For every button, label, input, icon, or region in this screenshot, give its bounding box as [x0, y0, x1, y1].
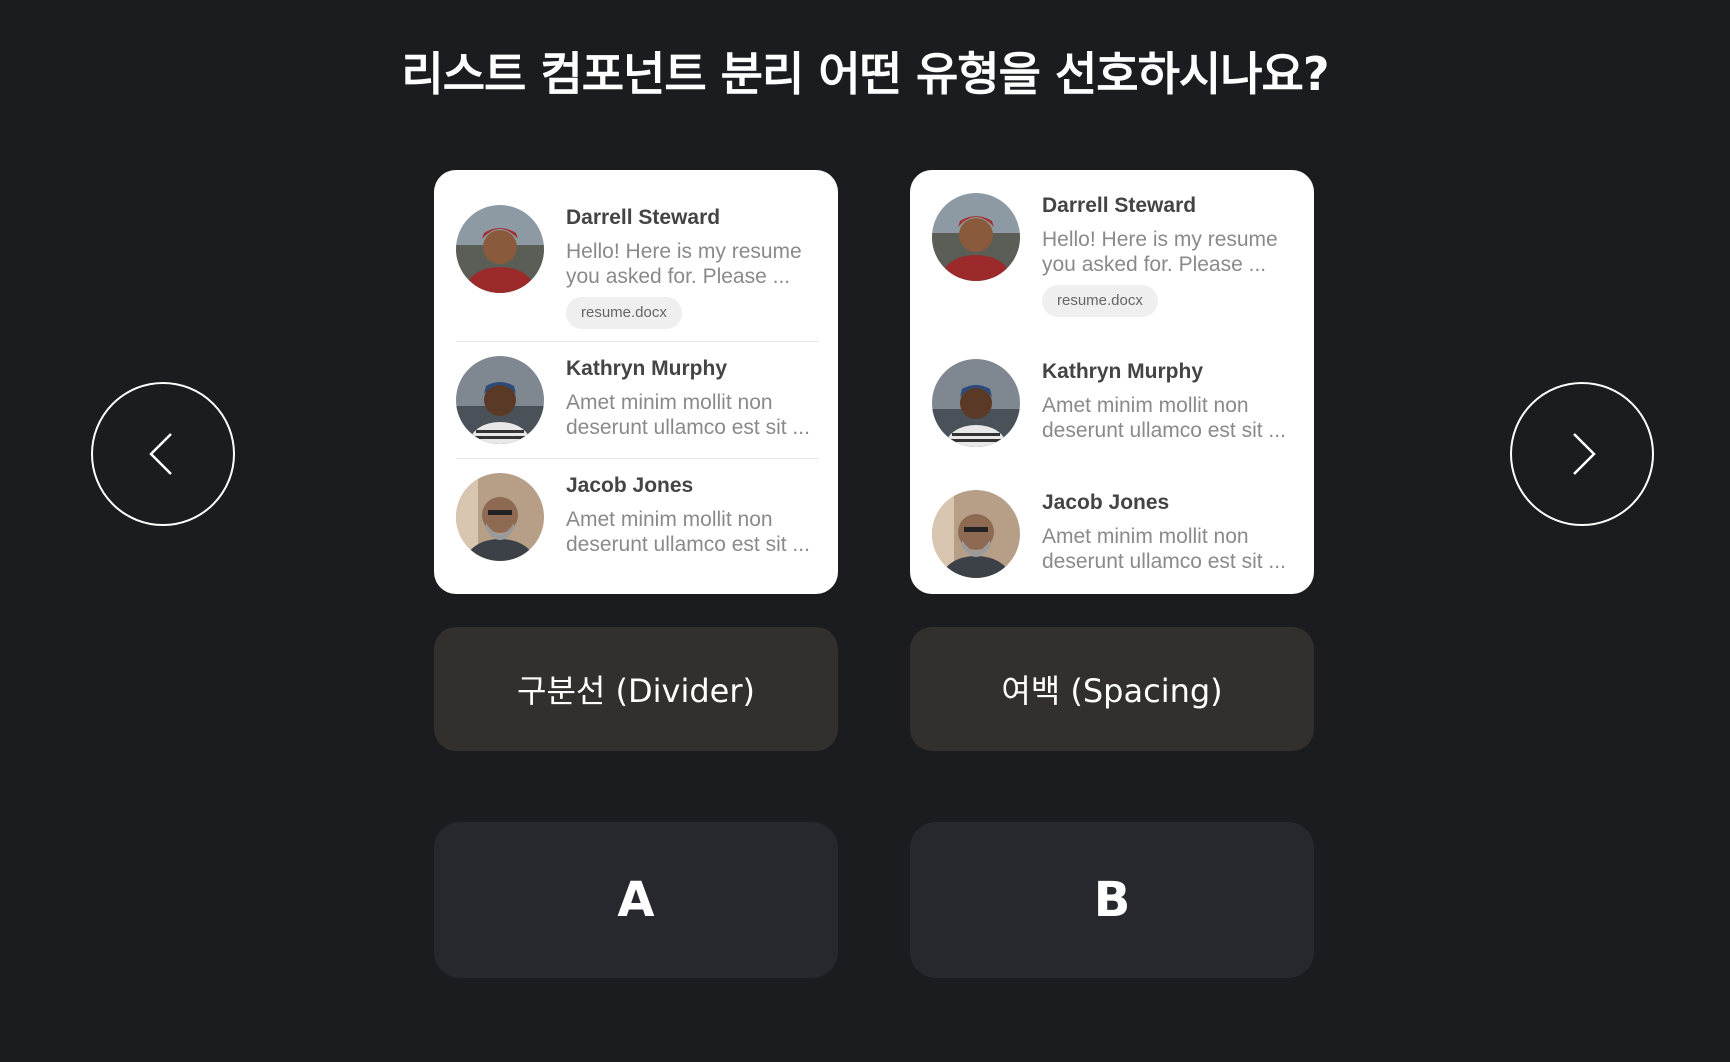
message-preview: you asked for. Please ...: [566, 265, 791, 288]
list-item: Kathryn Murphy Amet minim mollit non dese…: [456, 356, 818, 448]
list-preview-spacing: Darrell Steward Hello! Here is my resume…: [910, 170, 1314, 594]
option-label-spacing: 여백 (Spacing): [910, 627, 1314, 751]
list-item: Jacob Jones Amet minim mollit non deserun…: [932, 490, 1294, 582]
message-preview: deserunt ullamco est sit ...: [1042, 419, 1286, 442]
divider: [456, 458, 818, 459]
contact-name: Jacob Jones: [1042, 491, 1170, 514]
attachment-chip[interactable]: resume.docx: [566, 297, 682, 329]
contact-name: Kathryn Murphy: [566, 357, 728, 380]
vote-b-button[interactable]: B: [910, 822, 1314, 978]
contact-name: Kathryn Murphy: [1042, 360, 1204, 383]
attachment-chip[interactable]: resume.docx: [1042, 285, 1158, 317]
contact-name: Darrell Steward: [1042, 194, 1197, 217]
previous-button[interactable]: [91, 382, 235, 526]
avatar: [456, 356, 544, 444]
message-preview: Amet minim mollit non: [1042, 394, 1249, 417]
vote-a-button[interactable]: A: [434, 822, 838, 978]
message-preview: Amet minim mollit non: [566, 391, 773, 414]
chevron-left-icon: [149, 433, 172, 475]
message-preview: Hello! Here is my resume: [566, 240, 802, 263]
next-button[interactable]: [1510, 382, 1654, 526]
avatar: [456, 205, 544, 293]
list-item: Darrell Steward Hello! Here is my resume…: [456, 205, 818, 329]
list-preview-divider: Darrell Steward Hello! Here is my resume…: [434, 170, 838, 594]
message-preview: Amet minim mollit non: [1042, 525, 1249, 548]
avatar: [932, 490, 1020, 578]
message-preview: Hello! Here is my resume: [1042, 228, 1278, 251]
message-preview: Amet minim mollit non: [566, 508, 773, 531]
divider: [456, 341, 818, 342]
list-item: Kathryn Murphy Amet minim mollit non dese…: [932, 359, 1294, 451]
avatar: [932, 193, 1020, 281]
message-preview: deserunt ullamco est sit ...: [1042, 550, 1286, 573]
page-title: 리스트 컴포넌트 분리 어떤 유형을 선호하시나요?: [401, 47, 1329, 101]
list-item: Jacob Jones Amet minim mollit non deserun…: [456, 473, 818, 565]
list-item: Darrell Steward Hello! Here is my resume…: [932, 193, 1294, 317]
contact-name: Darrell Steward: [566, 206, 721, 229]
avatar: [932, 359, 1020, 447]
message-preview: deserunt ullamco est sit ...: [566, 533, 810, 556]
message-preview: you asked for. Please ...: [1042, 253, 1267, 276]
contact-name: Jacob Jones: [566, 474, 694, 497]
chevron-right-icon: [1573, 433, 1596, 475]
option-label-divider: 구분선 (Divider): [434, 627, 838, 751]
message-preview: deserunt ullamco est sit ...: [566, 416, 810, 439]
avatar: [456, 473, 544, 561]
